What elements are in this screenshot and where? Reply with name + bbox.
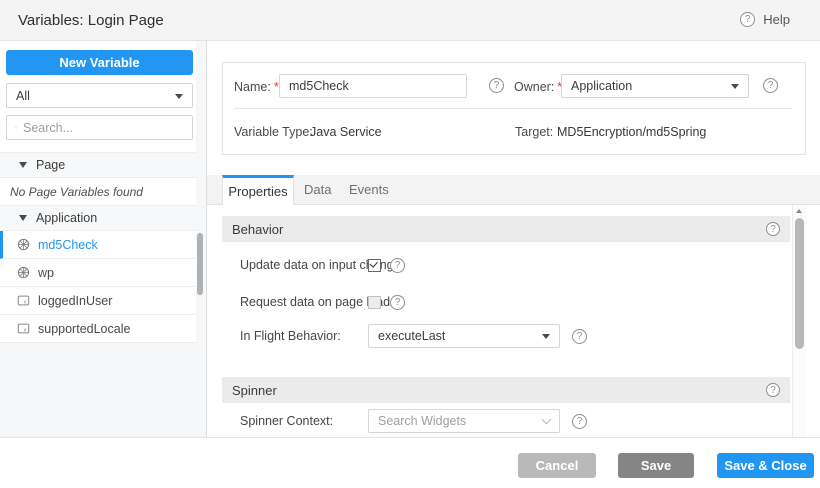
target-label: Target: bbox=[515, 125, 553, 139]
search-input[interactable] bbox=[23, 121, 184, 135]
variable-detail-panel: Name:* ? Owner:* Application ? Variable … bbox=[207, 41, 820, 488]
owner-help-icon[interactable]: ? bbox=[763, 78, 778, 93]
empty-page-variables-message: No Page Variables found bbox=[0, 178, 196, 205]
update-data-help-icon[interactable]: ? bbox=[390, 258, 405, 273]
variable-type-value: Java Service bbox=[310, 125, 382, 139]
action-footer: Cancel Save Save & Close bbox=[0, 437, 820, 488]
svg-text:x: x bbox=[24, 327, 27, 333]
new-variable-button[interactable]: New Variable bbox=[6, 50, 193, 75]
spinner-help-icon[interactable]: ? bbox=[766, 383, 780, 397]
help-button[interactable]: ? Help bbox=[740, 12, 790, 27]
spinner-section: Spinner ? Spinner Context: Search Widget… bbox=[222, 377, 790, 403]
tab-properties[interactable]: Properties bbox=[222, 175, 294, 205]
java-service-icon bbox=[17, 266, 30, 279]
collapse-triangle-icon bbox=[19, 215, 27, 221]
owner-value: Application bbox=[571, 79, 632, 93]
in-flight-behavior-label: In Flight Behavior: bbox=[240, 329, 341, 343]
sidebar-item-label: wp bbox=[38, 266, 54, 280]
cancel-button[interactable]: Cancel bbox=[518, 453, 596, 478]
request-data-help-icon[interactable]: ? bbox=[390, 295, 405, 310]
tree-group-application[interactable]: Application bbox=[0, 205, 196, 231]
name-label: Name:* bbox=[234, 80, 279, 94]
svg-text:x: x bbox=[24, 299, 27, 305]
save-button[interactable]: Save bbox=[618, 453, 694, 478]
sidebar-item-md5check[interactable]: md5Check bbox=[0, 231, 196, 259]
owner-label: Owner:* bbox=[514, 80, 562, 94]
sidebar-item-supportedlocale[interactable]: x supportedLocale bbox=[0, 315, 196, 343]
tree-group-label: Application bbox=[36, 211, 97, 225]
variable-icon: x bbox=[17, 322, 30, 335]
update-data-row: Update data on input change ? bbox=[222, 253, 790, 277]
sidebar-item-label: loggedInUser bbox=[38, 294, 112, 308]
name-help-icon[interactable]: ? bbox=[489, 78, 504, 93]
spinner-context-label: Spinner Context: bbox=[240, 414, 333, 428]
chevron-down-icon bbox=[175, 94, 183, 99]
sidebar-item-loggedinuser[interactable]: x loggedInUser bbox=[0, 287, 196, 315]
tab-events[interactable]: Events bbox=[349, 175, 389, 204]
variable-icon: x bbox=[17, 294, 30, 307]
variable-filter-value: All bbox=[16, 89, 30, 103]
owner-select[interactable]: Application bbox=[561, 74, 749, 98]
in-flight-behavior-value: executeLast bbox=[378, 329, 445, 343]
name-input[interactable] bbox=[279, 74, 467, 98]
help-label: Help bbox=[763, 12, 790, 27]
collapse-triangle-icon bbox=[19, 162, 27, 168]
scrollbar-thumb[interactable] bbox=[795, 218, 804, 349]
tab-bar: Properties Data Events bbox=[207, 175, 820, 205]
spinner-context-placeholder: Search Widgets bbox=[378, 414, 466, 428]
sidebar-scrollbar-thumb[interactable] bbox=[197, 233, 203, 295]
chevron-down-icon bbox=[731, 84, 739, 89]
update-data-checkbox[interactable] bbox=[368, 259, 381, 272]
behavior-help-icon[interactable]: ? bbox=[766, 222, 780, 236]
behavior-section: Behavior ? Update data on input change ?… bbox=[222, 216, 790, 242]
sidebar-item-label: supportedLocale bbox=[38, 322, 130, 336]
chevron-down-icon bbox=[542, 334, 550, 339]
in-flight-behavior-select[interactable]: executeLast bbox=[368, 324, 560, 348]
variable-search bbox=[6, 115, 193, 140]
spinner-section-title: Spinner bbox=[232, 383, 277, 398]
chevron-down-icon bbox=[542, 415, 552, 425]
help-circle-icon: ? bbox=[740, 12, 755, 27]
target-value: MD5Encryption/md5Spring bbox=[557, 125, 706, 139]
behavior-section-header: Behavior ? bbox=[222, 216, 790, 242]
java-service-icon bbox=[17, 238, 30, 251]
search-icon bbox=[15, 121, 17, 134]
required-asterisk: * bbox=[274, 80, 279, 94]
spinner-section-header: Spinner ? bbox=[222, 377, 790, 403]
variables-sidebar: New Variable All Page No Page Variables … bbox=[0, 41, 207, 437]
tab-data[interactable]: Data bbox=[304, 175, 331, 204]
spinner-context-row: Spinner Context: Search Widgets ? bbox=[222, 409, 790, 433]
variable-summary-box: Name:* ? Owner:* Application ? Variable … bbox=[222, 62, 806, 155]
save-and-close-button[interactable]: Save & Close bbox=[717, 453, 814, 478]
in-flight-behavior-help-icon[interactable]: ? bbox=[572, 329, 587, 344]
form-divider bbox=[234, 108, 792, 109]
sidebar-item-label: md5Check bbox=[38, 238, 98, 252]
variable-filter-select[interactable]: All bbox=[6, 83, 193, 108]
variable-tree: Page No Page Variables found Application… bbox=[0, 152, 196, 343]
behavior-section-title: Behavior bbox=[232, 222, 283, 237]
page-title: Variables: Login Page bbox=[18, 12, 164, 29]
spinner-context-help-icon[interactable]: ? bbox=[572, 414, 587, 429]
in-flight-behavior-row: In Flight Behavior: executeLast ? bbox=[222, 324, 790, 348]
page-header: Variables: Login Page ? Help bbox=[0, 0, 820, 41]
variable-type-label: Variable Type: bbox=[234, 125, 313, 139]
request-data-checkbox[interactable] bbox=[368, 296, 381, 309]
sidebar-item-wp[interactable]: wp bbox=[0, 259, 196, 287]
tree-group-label: Page bbox=[36, 158, 65, 172]
request-data-row: Request data on page load ? bbox=[222, 290, 790, 314]
scroll-up-icon[interactable] bbox=[796, 209, 802, 213]
tree-group-page[interactable]: Page bbox=[0, 152, 196, 178]
spinner-context-combobox[interactable]: Search Widgets bbox=[368, 409, 560, 433]
